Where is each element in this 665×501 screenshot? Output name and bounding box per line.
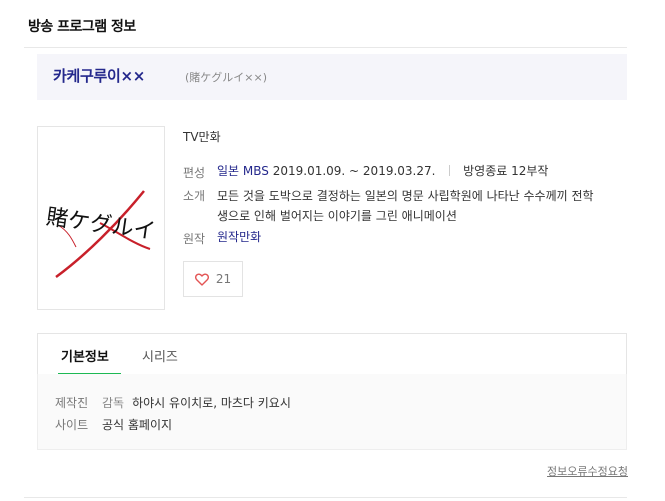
poster-image[interactable]: 賭ケグルイ xyxy=(37,126,165,310)
tab-series[interactable]: 시리즈 xyxy=(142,346,178,365)
like-count: 21 xyxy=(215,272,232,286)
poster-art: 賭ケグルイ xyxy=(38,127,164,309)
site-row: 사이트 공식 홈페이지 xyxy=(55,416,172,433)
detail-panel: 제작진 감독 하야시 유이치로, 마츠다 키요시 사이트 공식 홈페이지 xyxy=(37,374,627,450)
intro-line-2: 생으로 인해 벌어지는 이야기를 그린 애니메이션 xyxy=(217,209,457,223)
director-names: 하야시 유이치로, 마츠다 키요시 xyxy=(132,396,291,410)
network-link[interactable]: 일본 MBS xyxy=(217,164,269,178)
original-label: 원작 xyxy=(183,232,206,246)
page-heading: 방송 프로그램 정보 xyxy=(28,19,136,35)
original-row: 원작 원작만화 xyxy=(183,230,261,247)
like-button[interactable]: 21 xyxy=(183,261,243,297)
intro-line-1: 모든 것을 도박으로 결정하는 일본의 명문 사립학원에 나타난 수수께끼 전학 xyxy=(217,189,594,203)
title-box: 카케구루이×× (賭ケグルイ××) xyxy=(37,54,627,100)
broadcast-label: 편성 xyxy=(183,166,206,180)
broadcast-period: 2019.01.09. ~ 2019.03.27. xyxy=(272,164,436,178)
production-label: 제작진 xyxy=(55,396,89,410)
broadcast-status: 방영종료 12부작 xyxy=(463,164,549,178)
heart-icon xyxy=(194,273,209,286)
site-label: 사이트 xyxy=(55,418,89,432)
official-site-link[interactable]: 공식 홈페이지 xyxy=(102,416,172,433)
program-original-title: (賭ケグルイ××) xyxy=(185,71,268,84)
program-title[interactable]: 카케구루이×× xyxy=(53,65,145,86)
tab-bar: 기본정보 시리즈 xyxy=(37,333,627,375)
broadcast-row: 편성 일본 MBS 2019.01.09. ~ 2019.03.27. 방영종료… xyxy=(183,164,548,181)
intro-row: 소개 모든 것을 도박으로 결정하는 일본의 명문 사립학원에 나타난 수수께끼… xyxy=(183,186,594,226)
program-category: TV만화 xyxy=(183,130,221,144)
tab-basic-info[interactable]: 기본정보 xyxy=(61,346,109,365)
production-row: 제작진 감독 하야시 유이치로, 마츠다 키요시 xyxy=(55,394,291,411)
director-label: 감독 xyxy=(102,396,125,410)
intro-label: 소개 xyxy=(183,189,206,203)
original-work-link[interactable]: 원작만화 xyxy=(217,230,261,247)
bottom-divider xyxy=(24,497,627,498)
top-divider xyxy=(24,47,627,48)
report-error-link[interactable]: 정보오류수정요청 xyxy=(547,463,628,479)
separator xyxy=(449,165,451,176)
